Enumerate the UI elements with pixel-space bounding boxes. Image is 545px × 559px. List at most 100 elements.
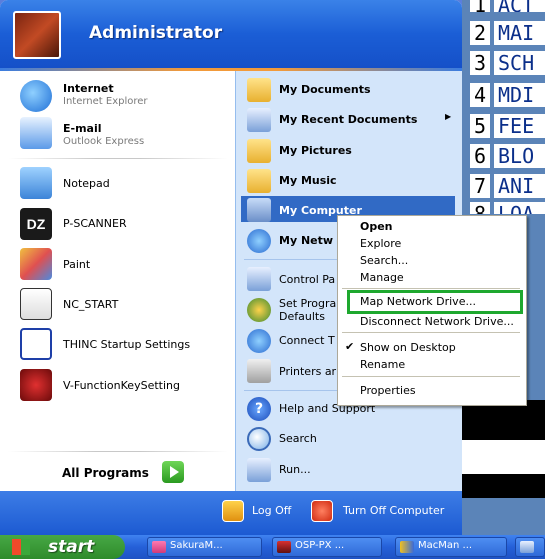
taskbar: start SakuraM... OSP-PX ... MacMan ... [0, 535, 545, 559]
user-avatar[interactable] [13, 11, 61, 59]
bg-row-number: 6 [470, 144, 490, 168]
my-computer-icon [247, 198, 271, 222]
recent-item-label: Paint [63, 258, 91, 271]
bg-row-label: ANI [494, 174, 545, 198]
place-item-label: My Pictures [279, 144, 352, 157]
pinned-item-sublabel: Internet Explorer [63, 96, 148, 107]
bg-row-label: MAI [494, 21, 545, 45]
set-program-defaults-icon [247, 298, 271, 322]
internet-explorer-icon [20, 80, 52, 112]
nc-start-icon [20, 288, 52, 320]
recent-item-label: Notepad [63, 177, 110, 190]
taskbar-item-label: SakuraM... [170, 540, 223, 551]
place-item-label: My Netw [279, 234, 334, 247]
bg-white-band [462, 440, 545, 474]
separator [8, 158, 228, 159]
taskbar-item-label: MacMan ... [418, 540, 473, 551]
pinned-item-sublabel: Outlook Express [63, 136, 145, 147]
context-rename[interactable]: Rename [360, 358, 405, 371]
bg-row-label: FEE [494, 114, 545, 138]
system-item-label: Printers ar [279, 365, 337, 378]
annotation-highlight-box [347, 290, 523, 314]
outlook-express-icon [20, 117, 52, 149]
context-explore[interactable]: Explore [360, 237, 401, 250]
turn-off-label: Turn Off Computer [343, 504, 445, 517]
system-item-label: Set Progra [279, 297, 337, 310]
place-item-label: My Documents [279, 83, 371, 96]
start-button[interactable]: start [0, 535, 125, 559]
macman-icon [400, 541, 414, 553]
bg-row-number: 2 [470, 21, 490, 45]
place-item-label: My Music [279, 174, 337, 187]
search-icon [247, 427, 271, 451]
context-separator [342, 376, 520, 377]
bg-row-label: BLO [494, 144, 545, 168]
recent-item-label: V-FunctionKeySetting [63, 379, 180, 392]
recent-item-label: THINC Startup Settings [63, 338, 191, 351]
system-item-label: Connect T [279, 334, 335, 347]
dz-icon: DZ [20, 208, 52, 240]
my-documents-icon [247, 78, 271, 102]
pinned-item-label: Internet [63, 82, 114, 95]
my-music-icon [247, 169, 271, 193]
context-disconnect-network-drive[interactable]: Disconnect Network Drive... [360, 315, 514, 328]
recent-item-label: NC_START [63, 298, 119, 311]
green-arrow-icon [162, 461, 184, 483]
bg-row-label: LOA [494, 202, 545, 214]
taskbar-item-label: OSP-PX ... [295, 540, 345, 551]
all-programs-label: All Programs [62, 466, 149, 480]
help-item-label: Run... [279, 463, 311, 476]
control-panel-icon [247, 267, 271, 291]
taskbar-item[interactable] [515, 537, 545, 557]
context-manage[interactable]: Manage [360, 271, 404, 284]
printers-icon [247, 359, 271, 383]
context-show-on-desktop[interactable]: Show on Desktop [360, 341, 456, 354]
taskbar-item[interactable]: MacMan ... [395, 537, 507, 557]
connect-to-icon [247, 329, 271, 353]
separator [8, 451, 228, 452]
recent-documents-icon [247, 108, 271, 132]
context-properties[interactable]: Properties [360, 384, 416, 397]
bg-row-label: MDI [494, 83, 545, 107]
taskbar-item[interactable]: OSP-PX ... [272, 537, 382, 557]
system-item-label-line2: Defaults [279, 310, 325, 323]
key-icon [222, 500, 244, 522]
run-icon [247, 458, 271, 482]
recent-item-label: P-SCANNER [63, 217, 127, 230]
left-column: Internet Internet Explorer E-mail Outloo… [0, 71, 235, 491]
bg-row-number: 8 [470, 202, 490, 214]
my-network-icon [247, 229, 271, 253]
window-icon [520, 541, 534, 553]
my-pictures-icon [247, 139, 271, 163]
system-item-label: Control Pa [279, 273, 336, 286]
bg-row-label: ACT [494, 0, 545, 12]
thinc-icon [20, 328, 52, 360]
start-menu-header: Administrator [0, 0, 462, 68]
bg-row-number: 1 [470, 0, 490, 12]
notepad-icon [20, 167, 52, 199]
osp-icon [277, 541, 291, 553]
context-separator [342, 332, 520, 333]
context-open[interactable]: Open [360, 220, 393, 233]
bg-row-label: SCH [494, 51, 545, 75]
bg-row-number: 3 [470, 51, 490, 75]
log-off-label: Log Off [252, 504, 292, 517]
bg-dark-band [462, 400, 545, 440]
help-icon: ? [247, 397, 271, 421]
taskbar-item[interactable]: SakuraM... [147, 537, 262, 557]
help-item-label: Search [279, 432, 317, 445]
windows-logo-icon [12, 539, 30, 555]
submenu-arrow-icon: ▶ [445, 112, 452, 121]
user-name: Administrator [89, 23, 223, 43]
bg-row-number: 5 [470, 114, 490, 138]
pinned-item-label: E-mail [63, 122, 102, 135]
context-search[interactable]: Search... [360, 254, 408, 267]
bg-row-number: 4 [470, 83, 490, 107]
power-icon [311, 500, 333, 522]
bg-row-number: 7 [470, 174, 490, 198]
paint-icon [20, 248, 52, 280]
bg-dark-band [462, 474, 545, 498]
place-item-label: My Recent Documents [279, 113, 418, 126]
context-separator [342, 288, 520, 289]
sakura-icon [152, 541, 166, 553]
